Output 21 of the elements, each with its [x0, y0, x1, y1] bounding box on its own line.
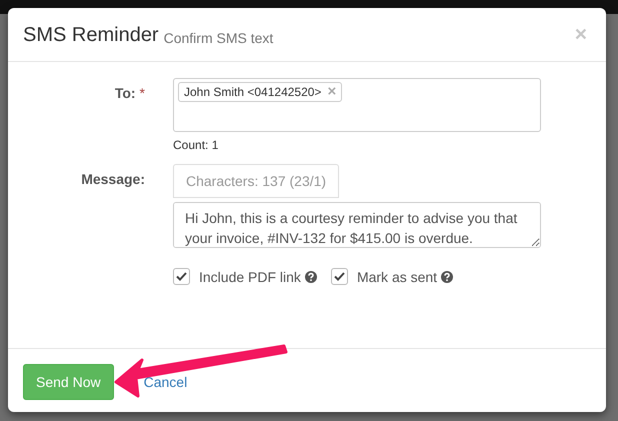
cancel-link[interactable]: Cancel: [144, 374, 188, 390]
character-counter: Characters: 137 (23/1): [173, 164, 340, 198]
message-field[interactable]: Hi John, this is a courtesy reminder to advise you that your invoice, #INV-132 for $415.00 is overdue.: [173, 202, 541, 248]
check-icon: [334, 272, 345, 281]
count-text: Count: 1: [173, 138, 220, 152]
recipients-field[interactable]: John Smith <041242520> ×: [173, 78, 541, 132]
option-label: Mark as sent: [356, 268, 438, 284]
help-icon[interactable]: [304, 270, 317, 282]
remove-button[interactable]: ×: [327, 86, 336, 98]
help-icon[interactable]: [441, 270, 454, 282]
recipient-name: John Smith <041242520>: [184, 85, 322, 99]
check-icon: [176, 272, 187, 281]
field-label: To:: [114, 85, 136, 103]
dialog-subtitle: Confirm SMS text: [164, 30, 274, 46]
field-label: Message:: [81, 171, 145, 189]
send-button[interactable]: Send Now: [23, 364, 114, 400]
checkbox[interactable]: [330, 268, 348, 285]
checkbox[interactable]: [173, 268, 190, 285]
dialog-title: SMS Reminder: [23, 24, 159, 47]
option-label: Include PDF link: [199, 268, 301, 284]
required-mark: *: [140, 85, 145, 103]
